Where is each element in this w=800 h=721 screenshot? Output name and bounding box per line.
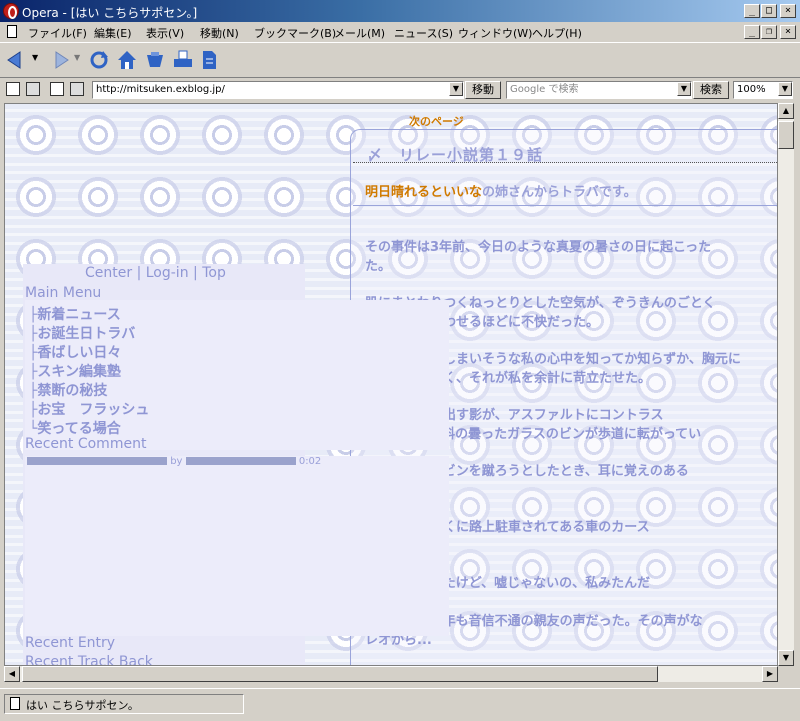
minimize-button[interactable]: _ [744, 4, 760, 18]
source-divider [353, 205, 777, 206]
status-page-icon [10, 697, 20, 710]
menu-link-news[interactable]: ├新着ニュース [29, 304, 121, 324]
scroll-down-icon[interactable]: ▼ [778, 650, 794, 666]
comment-by: by [170, 456, 183, 467]
vertical-scroll-thumb[interactable] [778, 121, 794, 149]
zoom-dropdown-icon[interactable]: ▼ [778, 82, 792, 96]
forward-dropdown-icon[interactable]: ▼ [74, 53, 80, 62]
mdi-minimize-button[interactable]: _ [744, 25, 760, 39]
search-engine-dropdown-icon[interactable]: ▼ [677, 82, 691, 96]
page-viewport[interactable]: 次のページ 〆 リレー小説第１９話 明日晴れるといいなの姉さんからトラバです。 … [4, 103, 778, 666]
nav-login-link[interactable]: Log-in [146, 265, 189, 281]
recent-comment-title: Recent Comment [25, 436, 147, 452]
story-line: その事件は3年前、今日のような真夏の暑さの日に起こった [365, 240, 712, 255]
status-text: はい こちらサポセン。 [26, 699, 139, 712]
new-page-icon[interactable] [50, 82, 64, 96]
lock-icon[interactable] [6, 82, 20, 96]
title-divider [353, 162, 777, 163]
menu-news[interactable]: ニュース(S) [394, 25, 453, 41]
mdi-restore-button[interactable]: ❐ [761, 25, 777, 39]
recent-trackback-title: Recent Track Back [25, 654, 153, 666]
nav-top-link[interactable]: Top [202, 265, 226, 281]
recent-entry-title: Recent Entry [25, 635, 116, 651]
back-icon[interactable] [6, 49, 28, 71]
close-button[interactable]: × [780, 4, 796, 18]
menu-bar: ファイル(F) 編集(E) 表示(V) 移動(N) ブックマーク(B) メール(… [0, 22, 800, 42]
title-bar: Opera - [はい こちらサポセン。] _ □ × [0, 0, 800, 22]
page-icon[interactable] [198, 49, 220, 71]
back-dropdown-icon[interactable]: ▼ [32, 53, 38, 62]
horizontal-scroll-thumb[interactable] [22, 666, 658, 682]
url-dropdown-icon[interactable]: ▼ [449, 82, 463, 96]
horizontal-scrollbar[interactable]: ◀ ▶ [4, 666, 778, 682]
main-menu-title: Main Menu [25, 285, 102, 301]
menu-link-birthday[interactable]: ├お誕生日トラバ [29, 323, 135, 343]
menu-window[interactable]: ウィンドウ(W) [458, 25, 532, 41]
scroll-up-icon[interactable]: ▲ [778, 103, 794, 119]
menu-help[interactable]: ヘルプ(H) [532, 25, 582, 41]
scroll-right-icon[interactable]: ▶ [762, 666, 778, 682]
menu-file[interactable]: ファイル(F) [28, 25, 87, 41]
window-title: Opera - [はい こちらサポセン。] [22, 6, 198, 20]
story-line: た。 [365, 259, 392, 274]
scroll-corner [778, 666, 794, 682]
trackback-source: 明日晴れるといいなの姉さんからトラバです。 [365, 181, 637, 200]
url-input[interactable]: http://mitsuken.exblog.jp/ [92, 81, 464, 99]
trackback-text: の姉さんからトラバです。 [482, 185, 637, 200]
camera-icon[interactable] [26, 82, 40, 96]
trackback-link[interactable]: 明日晴れるといいな [365, 185, 482, 200]
redacted-comment-author [185, 457, 296, 465]
search-button[interactable]: 検索 [693, 81, 729, 99]
hotlist-icon[interactable] [144, 49, 166, 71]
document-icon[interactable] [7, 25, 17, 38]
menu-link-flash[interactable]: ├お宝 フラッシュ [29, 399, 149, 419]
recent-comment-box [25, 456, 449, 636]
redacted-comment-title [27, 457, 167, 465]
print-icon[interactable] [172, 49, 194, 71]
nav-center-link[interactable]: Center [85, 265, 132, 281]
menu-view[interactable]: 表示(V) [146, 25, 184, 41]
address-bar: http://mitsuken.exblog.jp/ ▼ 移動 Google で… [0, 79, 800, 101]
mdi-close-button[interactable]: × [780, 25, 796, 39]
nav-separator: | [136, 265, 142, 281]
status-bar: はい こちらサポセン。 [0, 688, 800, 721]
vertical-scrollbar[interactable]: ▲ ▼ [778, 103, 794, 666]
opera-logo-icon [3, 3, 19, 19]
forward-icon[interactable] [48, 49, 70, 71]
comment-time: 0:02 [298, 456, 322, 467]
menu-navigate[interactable]: 移動(N) [200, 25, 239, 41]
next-page-link[interactable]: 次のページ [409, 113, 464, 129]
maximize-button[interactable]: □ [761, 4, 777, 18]
nav-separator: | [193, 265, 198, 281]
menu-bookmarks[interactable]: ブックマーク(B) [254, 25, 336, 41]
home-icon[interactable] [116, 49, 138, 71]
go-button[interactable]: 移動 [465, 81, 501, 99]
menu-link-secret[interactable]: ├禁断の秘技 [29, 380, 107, 400]
reload-icon[interactable] [88, 49, 110, 71]
search-input[interactable]: Google で検索 [506, 81, 692, 99]
menu-link-skin[interactable]: ├スキン編集塾 [29, 361, 121, 381]
navigation-toolbar: ▼ ▼ [0, 42, 800, 78]
scroll-left-icon[interactable]: ◀ [4, 666, 20, 682]
menu-mail[interactable]: メール(M) [334, 25, 385, 41]
top-nav: Center | Log-in | Top [85, 265, 226, 281]
menu-link-daily[interactable]: ├香ばしい日々 [29, 342, 121, 362]
menu-edit[interactable]: 編集(E) [94, 25, 132, 41]
user-icon[interactable] [70, 82, 84, 96]
comment-entry[interactable]: by 0:02 [27, 456, 321, 467]
menu-link-laugh[interactable]: └笑ってる場合 [29, 418, 121, 438]
